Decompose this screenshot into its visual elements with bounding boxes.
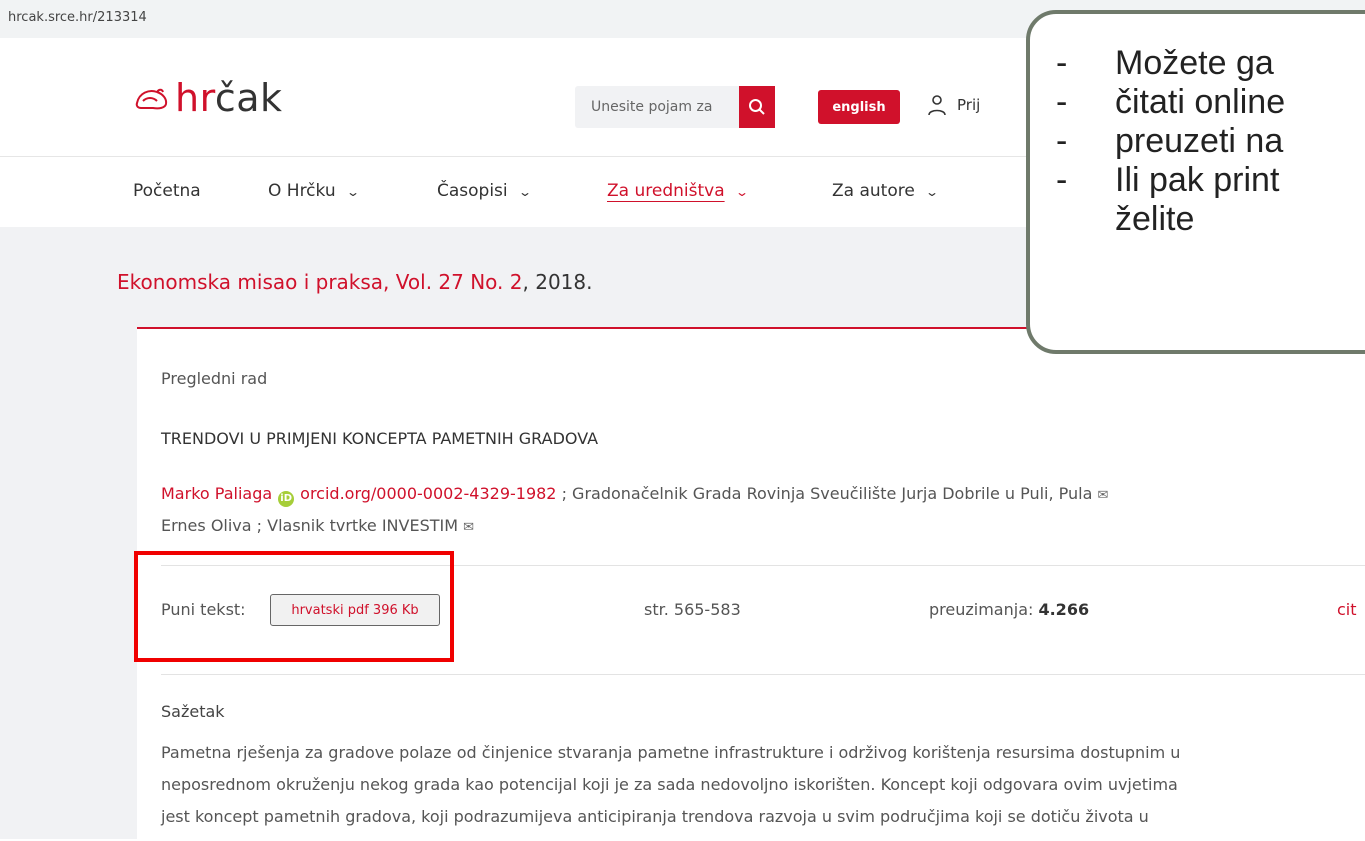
- abstract-text: Pametna rješenja za gradove polaze od či…: [161, 743, 1181, 826]
- author-name-link[interactable]: Marko Paliaga: [161, 484, 272, 503]
- callout-item: - čitati online: [1056, 83, 1286, 121]
- author-affiliation: ; Gradonačelnik Grada Rovinja Sveučilišt…: [556, 484, 1093, 503]
- language-button[interactable]: english: [818, 90, 900, 124]
- highlight-box: [134, 551, 454, 662]
- user-icon: [928, 95, 946, 116]
- callout-item: - preuzeti na: [1056, 122, 1284, 160]
- site-logo[interactable]: hrčak: [133, 76, 283, 120]
- author-2-text: Ernes Oliva ; Vlasnik tvrtke INVESTIM: [161, 516, 459, 535]
- nav-item-o-hrcku[interactable]: O Hrčku ⌄: [268, 181, 360, 201]
- chevron-down-icon: ⌄: [345, 185, 360, 199]
- login-link[interactable]: Prij: [927, 94, 980, 116]
- callout-list: - Možete ga - čitati online - preuzeti na -…: [1056, 44, 1285, 239]
- search-input[interactable]: Unesite pojam za: [591, 99, 741, 115]
- chevron-down-icon: ⌄: [734, 185, 749, 199]
- issue-heading: Ekonomska misao i praksa, Vol. 27 No. 2,…: [117, 270, 592, 294]
- chevron-down-icon: ⌄: [924, 185, 939, 199]
- nav-item-casopisi[interactable]: Časopisi ⌄: [437, 181, 532, 201]
- article-type: Pregledni rad: [161, 369, 268, 388]
- search-icon: [749, 99, 765, 115]
- nav-item-za-autore[interactable]: Za autore ⌄: [832, 181, 939, 201]
- divider: [161, 674, 1365, 675]
- login-label: Prij: [957, 96, 981, 114]
- callout-item: - Možete ga: [1056, 44, 1274, 82]
- issue-year: , 2018.: [522, 270, 593, 294]
- email-icon[interactable]: ✉: [463, 520, 474, 535]
- cite-link[interactable]: cit: [1337, 600, 1357, 619]
- nav-item-za-urednistva[interactable]: Za uredništva ⌄: [607, 181, 749, 201]
- article-title: TRENDOVI U PRIMJENI KONCEPTA PAMETNIH GR…: [161, 429, 599, 448]
- logo-text: hrčak: [175, 76, 283, 120]
- search-box[interactable]: Unesite pojam za: [575, 86, 775, 128]
- email-icon[interactable]: ✉: [1098, 488, 1109, 503]
- hamster-logo-icon: [135, 88, 168, 110]
- author-line-2: Ernes Oliva ; Vlasnik tvrtke INVESTIM ✉: [161, 516, 474, 535]
- journal-issue-link[interactable]: Ekonomska misao i praksa, Vol. 27 No. 2: [117, 270, 523, 294]
- annotation-callout: - Možete ga - čitati online - preuzeti na -…: [1026, 10, 1365, 354]
- nav-item-pocetna[interactable]: Početna: [133, 181, 201, 201]
- orcid-link[interactable]: orcid.org/0000-0002-4329-1982: [300, 484, 556, 503]
- url-text[interactable]: hrcak.srce.hr/213314: [8, 10, 147, 25]
- page-range: str. 565-583: [644, 600, 741, 619]
- download-count: preuzimanja: 4.266: [929, 600, 1090, 619]
- orcid-icon: iD: [278, 491, 295, 507]
- callout-item: - Ili pak print želite: [1056, 161, 1280, 238]
- author-line-1: Marko Paliaga iD orcid.org/0000-0002-4329-…: [161, 484, 1108, 507]
- chevron-down-icon: ⌄: [517, 185, 532, 199]
- search-button[interactable]: [739, 86, 775, 128]
- abstract-heading: Sažetak: [161, 702, 225, 721]
